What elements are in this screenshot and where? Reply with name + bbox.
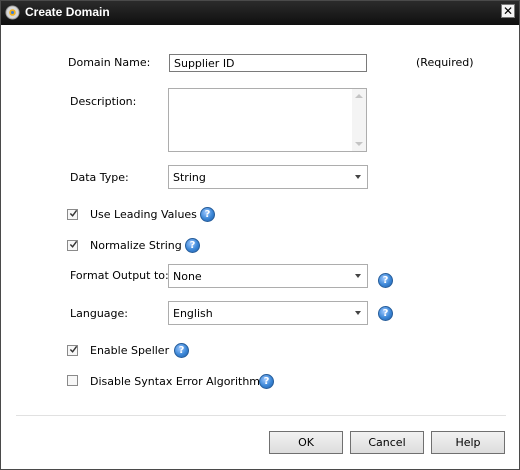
footer-divider — [16, 415, 506, 416]
checkmark-icon — [69, 209, 78, 217]
chevron-down-icon — [355, 311, 361, 315]
data-type-label: Data Type: — [70, 171, 129, 184]
help-icon[interactable]: ? — [200, 207, 215, 222]
format-output-label: Format Output to: — [70, 269, 169, 282]
description-scrollbar[interactable] — [352, 89, 366, 151]
scroll-down-arrow-icon[interactable] — [355, 142, 363, 146]
help-icon[interactable]: ? — [378, 273, 393, 288]
domain-name-label: Domain Name: — [68, 56, 151, 69]
enable-speller-checkbox[interactable] — [67, 345, 78, 356]
help-icon[interactable]: ? — [174, 343, 189, 358]
data-type-value: String — [173, 171, 206, 184]
close-button[interactable]: ✕ — [501, 4, 515, 18]
help-icon[interactable]: ? — [259, 374, 274, 389]
window-title: Create Domain — [25, 5, 110, 19]
enable-speller-label: Enable Speller — [90, 344, 170, 357]
normalize-string-checkbox[interactable] — [67, 240, 78, 251]
cancel-button[interactable]: Cancel — [350, 431, 424, 454]
use-leading-values-checkbox[interactable] — [67, 209, 78, 220]
disable-syntax-checkbox[interactable] — [67, 375, 78, 386]
language-select[interactable]: English — [168, 301, 368, 325]
help-icon[interactable]: ? — [185, 238, 200, 253]
checkmark-icon — [69, 240, 78, 248]
title-bar: Create Domain ✕ — [1, 1, 519, 25]
chevron-down-icon — [355, 175, 361, 179]
description-textarea[interactable] — [168, 88, 367, 152]
app-icon — [5, 5, 20, 20]
required-note: (Required) — [416, 56, 474, 69]
chevron-down-icon — [355, 274, 361, 278]
normalize-string-label: Normalize String — [90, 239, 182, 252]
format-output-select[interactable]: None — [168, 264, 368, 288]
description-label: Description: — [70, 95, 137, 108]
disable-syntax-label: Disable Syntax Error Algorithms — [90, 375, 266, 388]
create-domain-dialog: Create Domain ✕ Domain Name: (Required) … — [0, 0, 520, 470]
data-type-select[interactable]: String — [168, 165, 368, 189]
help-icon[interactable]: ? — [378, 306, 393, 321]
close-icon: ✕ — [502, 4, 514, 18]
format-output-value: None — [173, 270, 202, 283]
scroll-up-arrow-icon[interactable] — [355, 94, 363, 98]
language-label: Language: — [70, 307, 128, 320]
help-button[interactable]: Help — [431, 431, 505, 454]
language-value: English — [173, 307, 213, 320]
domain-name-input[interactable] — [169, 54, 367, 72]
ok-button[interactable]: OK — [269, 431, 343, 454]
checkmark-icon — [69, 345, 78, 353]
use-leading-values-label: Use Leading Values — [90, 208, 197, 221]
